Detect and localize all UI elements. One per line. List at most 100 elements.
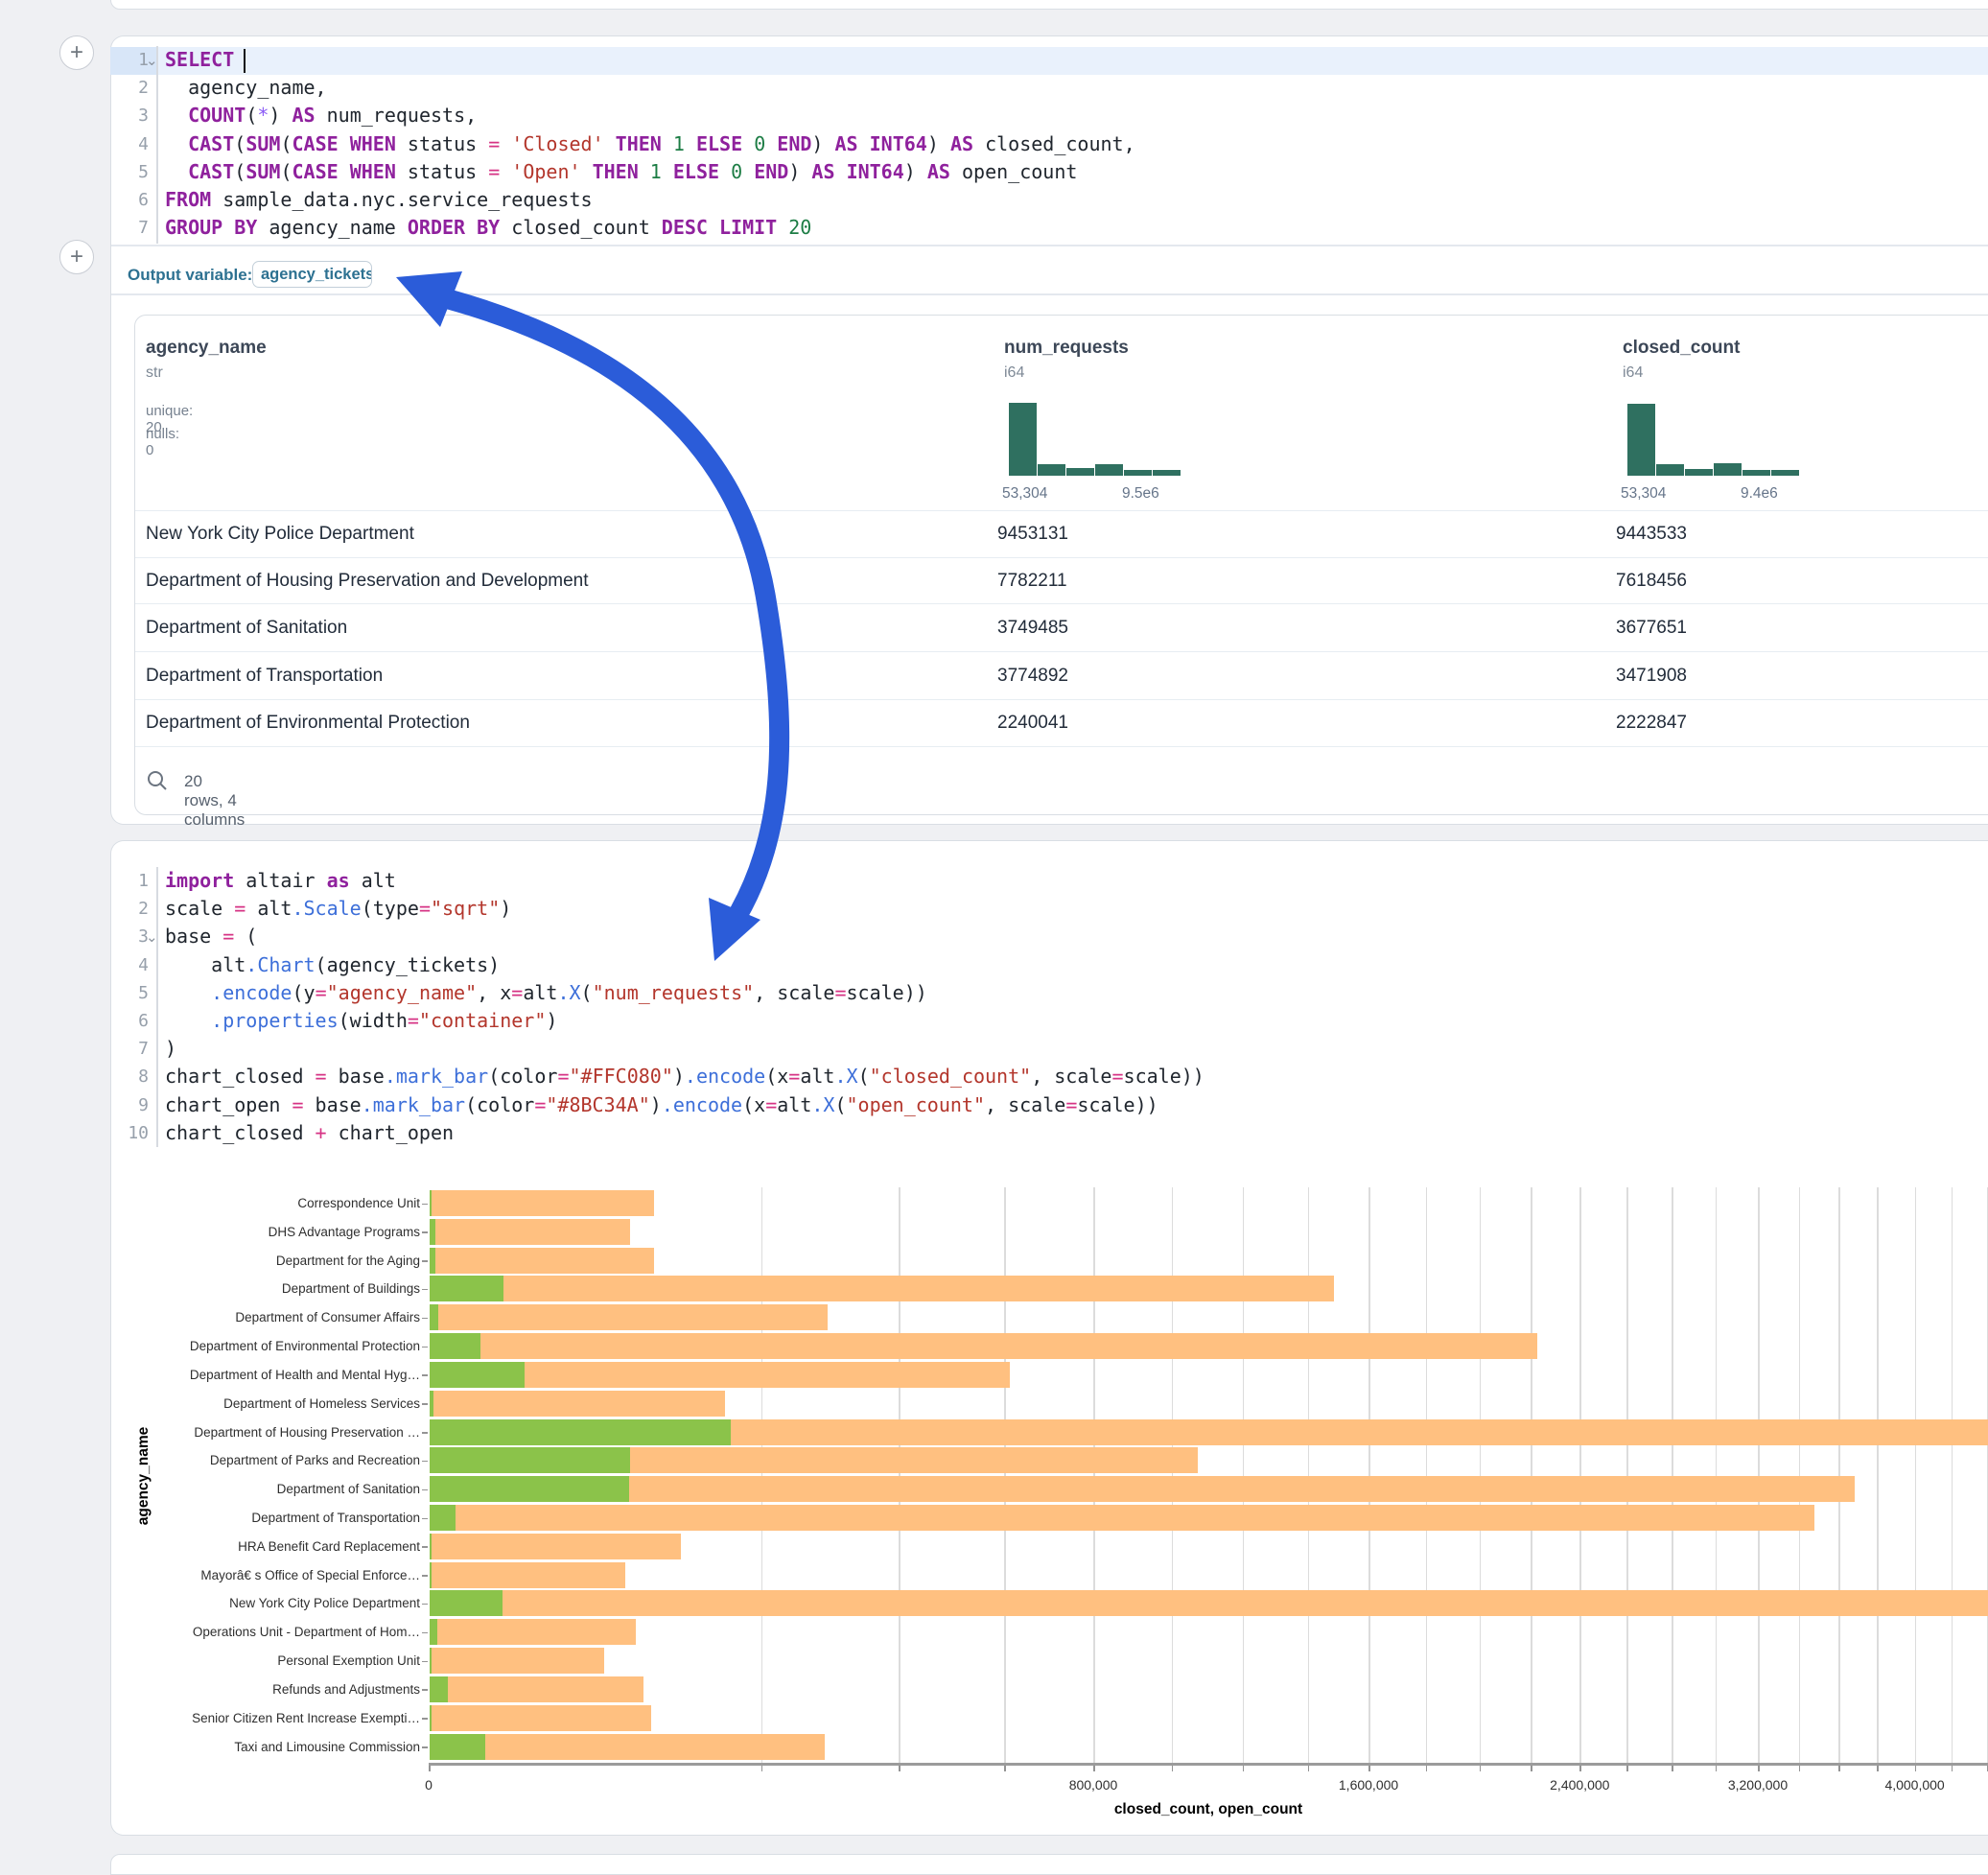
column-header-num_requests[interactable]: num_requests: [1004, 338, 1129, 359]
table-cell: 9443533: [1616, 524, 1687, 545]
code-token: .encode: [662, 1093, 742, 1116]
add-cell-button-middle[interactable]: +: [59, 240, 94, 274]
code-token: "open_count": [847, 1093, 986, 1116]
chart-gridline: [1838, 1187, 1840, 1763]
code-token: (: [246, 104, 257, 127]
code-line: agency_name,: [165, 74, 1977, 102]
x-axis-tick-label: 2,400,000: [1522, 1777, 1637, 1793]
code-token: num_requests,: [316, 104, 478, 127]
code-token: chart_closed: [165, 1065, 316, 1088]
y-axis-label: Operations Unit - Department of Hom…: [134, 1625, 420, 1640]
y-axis-tick: [422, 1518, 428, 1520]
chart-gridline: [1626, 1187, 1628, 1763]
code-token: 1: [673, 132, 685, 155]
code-token: base: [304, 1093, 362, 1116]
chart-gridline: [761, 1187, 763, 1763]
code-token: scale)): [847, 981, 927, 1004]
code-token: =: [765, 1093, 777, 1116]
code-token: (: [280, 160, 292, 183]
code-token: .encode: [211, 981, 292, 1004]
code-token: =: [316, 981, 327, 1004]
search-icon[interactable]: [146, 769, 169, 792]
column-header-agency_name[interactable]: agency_name: [146, 338, 267, 359]
output-variable-label: Output variable:: [128, 266, 252, 285]
python-code-editor[interactable]: 12345678910 import altair as altscale = …: [110, 867, 1988, 1148]
code-token: THEN: [593, 160, 639, 183]
fold-chevron-icon[interactable]: ⌄: [146, 54, 158, 68]
code-token: scale: [165, 897, 234, 920]
code-token: (x: [742, 1093, 765, 1116]
code-token: 1: [650, 160, 662, 183]
histogram-bar: [1742, 470, 1770, 476]
code-token: (y: [292, 981, 315, 1004]
x-axis-tick-label: 800,000: [1036, 1777, 1151, 1793]
code-token: +: [316, 1121, 327, 1144]
column-header-closed_count[interactable]: closed_count: [1623, 338, 1740, 359]
code-token: sample_data.nyc.service_requests: [211, 188, 592, 211]
code-token: ): [673, 1065, 685, 1088]
code-token: ): [788, 160, 811, 183]
code-token: [662, 160, 673, 183]
histogram-max-label: 9.5e6: [1122, 485, 1159, 503]
code-token: =: [834, 981, 846, 1004]
y-axis-label: Senior Citizen Rent Increase Exempti…: [134, 1711, 420, 1726]
bar-open-count: [430, 1705, 432, 1731]
line-number: 6: [110, 1007, 149, 1035]
chart-gridline: [1368, 1187, 1370, 1763]
add-cell-button-top[interactable]: +: [59, 35, 94, 70]
code-token: ): [811, 132, 834, 155]
bar-open-count: [430, 1505, 456, 1531]
fold-chevron-icon[interactable]: ⌄: [146, 930, 158, 945]
y-axis-label: Refunds and Adjustments: [134, 1682, 420, 1698]
code-token: =: [222, 925, 234, 948]
output-variable-pill[interactable]: agency_tickets: [252, 261, 372, 288]
code-token: "container": [419, 1009, 546, 1032]
histogram-bar: [1066, 468, 1094, 476]
code-token: [165, 981, 211, 1004]
histogram-bar: [1095, 464, 1123, 476]
y-axis-tick: [422, 1231, 428, 1233]
histogram-bar: [1153, 470, 1181, 476]
code-token: THEN: [616, 132, 662, 155]
chart-gridline: [1952, 1187, 1953, 1763]
bar-open-count: [430, 1476, 629, 1502]
code-token: =: [316, 1065, 327, 1088]
code-token: AS: [927, 160, 950, 183]
y-axis-tick: [422, 1347, 428, 1348]
x-axis-tick-label: 4,000,000: [1858, 1777, 1973, 1793]
notebook-page: { "ui": { "output_variable_label": "Outp…: [0, 0, 1988, 1864]
code-token: ): [500, 897, 511, 920]
code-line: scale = alt.Scale(type="sqrt"): [165, 895, 1977, 923]
code-token: 'Open': [511, 160, 580, 183]
code-line: chart_closed + chart_open: [165, 1119, 1977, 1147]
code-token: alt: [523, 981, 557, 1004]
table-cell: 7782211: [997, 571, 1067, 592]
text-cursor: [244, 49, 246, 73]
code-token: [742, 132, 754, 155]
x-axis-tick: [761, 1765, 763, 1771]
code-token: scale)): [1077, 1093, 1158, 1116]
y-axis-label: Department of Homeless Services: [134, 1396, 420, 1412]
table-cell: 3774892: [997, 666, 1068, 687]
code-token: base: [327, 1065, 385, 1088]
code-token: [165, 104, 188, 127]
bar-open-count: [430, 1648, 432, 1674]
bar-closed-count: [430, 1734, 825, 1760]
bar-closed-count: [430, 1391, 725, 1417]
sql-code-editor[interactable]: 1234567 SELECT agency_name, COUNT(*) AS …: [110, 46, 1988, 244]
code-token: status: [396, 160, 488, 183]
y-axis-tick: [422, 1289, 428, 1291]
code-line: GROUP BY agency_name ORDER BY closed_cou…: [165, 214, 1977, 242]
line-number: 7: [110, 1035, 149, 1063]
code-token: 0: [754, 132, 765, 155]
bar-open-count: [430, 1248, 435, 1274]
chart-gridline: [1799, 1187, 1801, 1763]
code-token: import: [165, 869, 234, 892]
code-token: [165, 1009, 211, 1032]
histogram-min-label: 53,304: [1621, 485, 1666, 503]
histogram-bar: [1627, 404, 1655, 476]
code-token: (: [234, 132, 246, 155]
code-token: alt: [165, 953, 246, 976]
histogram-max-label: 9.4e6: [1741, 485, 1778, 503]
code-token: [777, 216, 788, 239]
